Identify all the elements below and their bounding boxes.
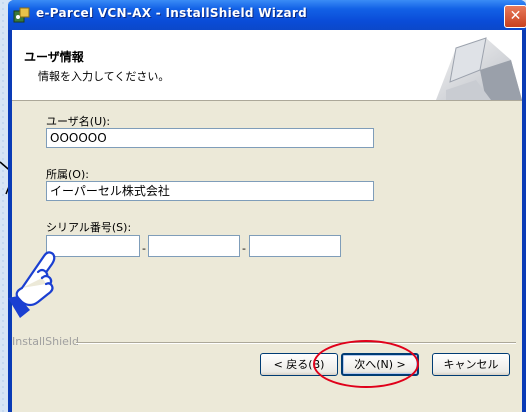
serial-input-part3[interactable] bbox=[249, 235, 341, 257]
window-title: e-Parcel VCN-AX - InstallShield Wizard bbox=[36, 6, 308, 20]
username-label: ユーザ名(U): bbox=[46, 115, 111, 128]
serial-dash-2: - bbox=[242, 242, 246, 255]
organization-label: 所属(O): bbox=[46, 168, 89, 181]
next-button-highlight-ring bbox=[313, 340, 419, 388]
serial-number-label: シリアル番号(S): bbox=[46, 221, 132, 234]
header-title: ユーザ情報 bbox=[24, 50, 84, 64]
header-subtitle: 情報を入力してください。 bbox=[38, 70, 170, 83]
serial-dash-1: - bbox=[142, 242, 146, 255]
installshield-brand: InstallShield bbox=[12, 335, 79, 348]
username-input[interactable]: OOOOOO bbox=[46, 128, 374, 148]
dialog-client-area: ユーザ情報 情報を入力してください。 ユーザ名(U): OOOOOO 所属(O)… bbox=[12, 30, 522, 412]
installer-app-icon bbox=[13, 7, 30, 23]
organization-input[interactable]: イーパーセル株式会社 bbox=[46, 181, 374, 201]
cancel-button[interactable]: キャンセル bbox=[432, 353, 510, 376]
computer-graphic-icon bbox=[436, 37, 522, 100]
close-button[interactable]: ✕ bbox=[504, 5, 526, 28]
serial-input-part2[interactable] bbox=[148, 235, 240, 257]
dialog-header: ユーザ情報 情報を入力してください。 bbox=[12, 30, 522, 101]
installer-window: e-Parcel VCN-AX - InstallShield Wizard ✕… bbox=[8, 0, 526, 412]
footer-divider bbox=[76, 342, 516, 344]
pointing-hand-icon bbox=[8, 251, 56, 318]
title-bar[interactable]: e-Parcel VCN-AX - InstallShield Wizard ✕ bbox=[8, 0, 526, 30]
